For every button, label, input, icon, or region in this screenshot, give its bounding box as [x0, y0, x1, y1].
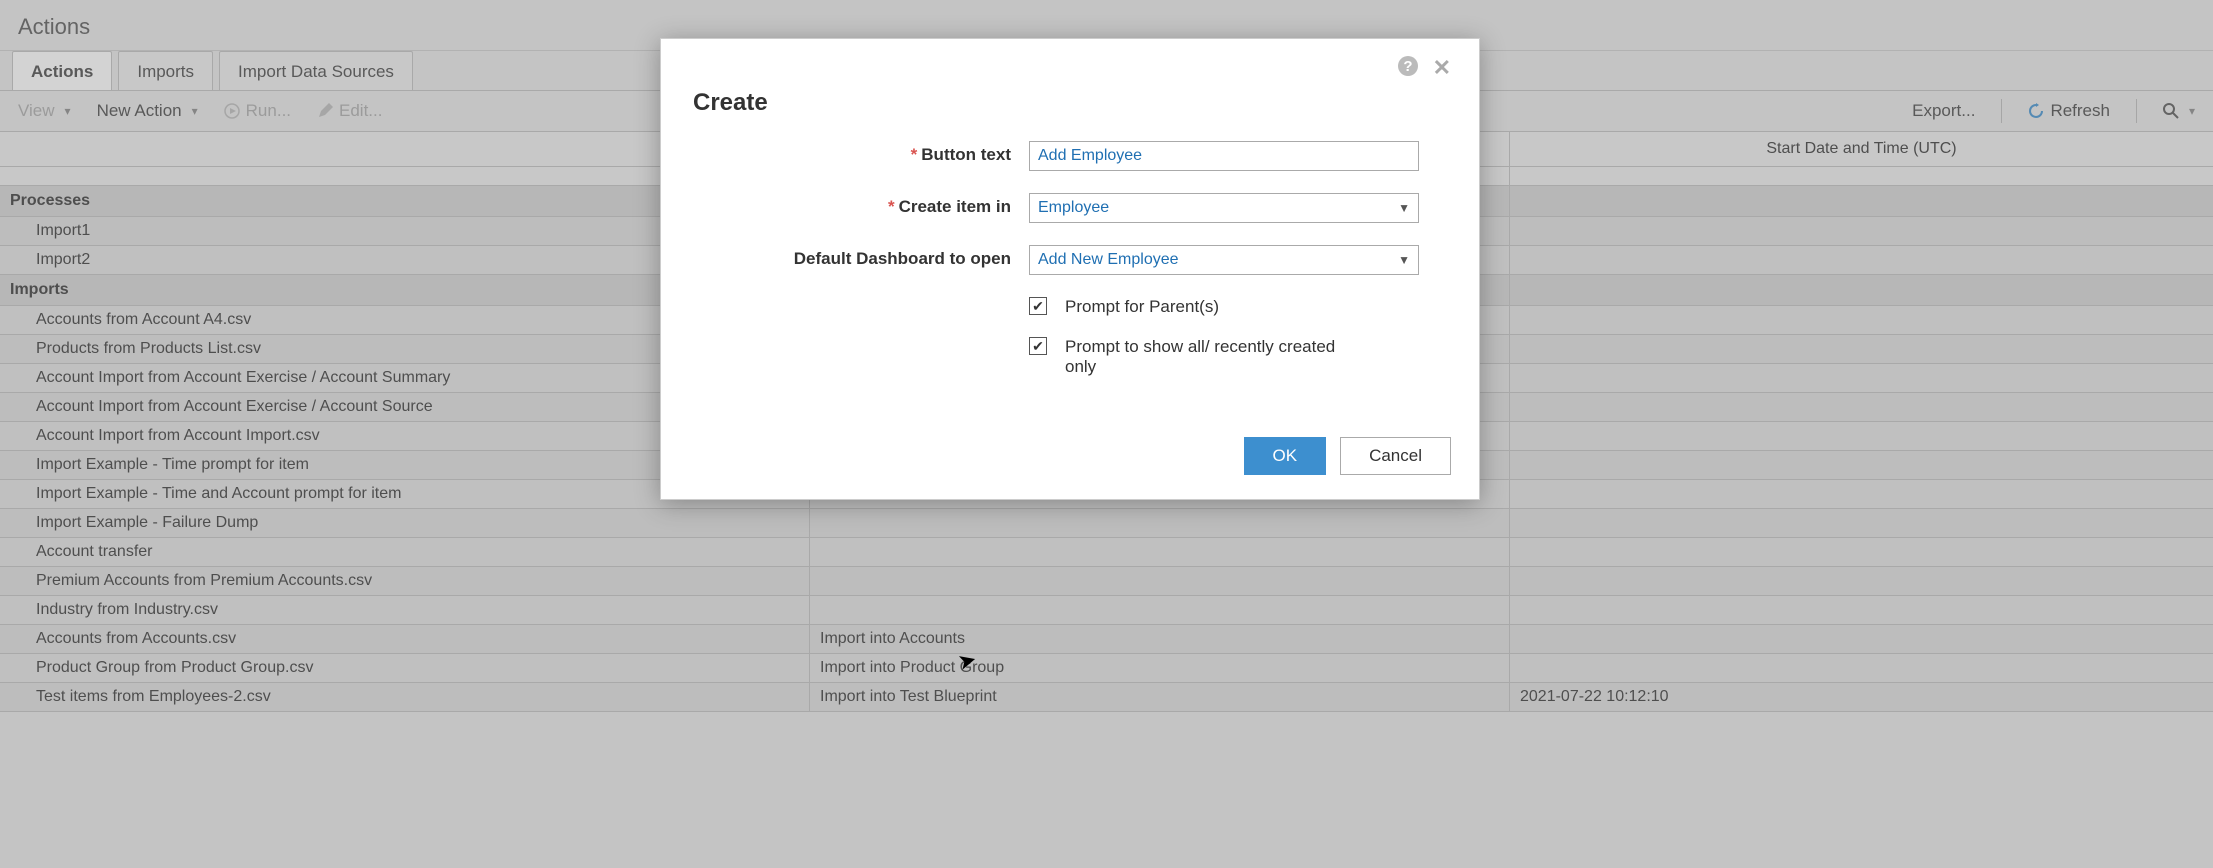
prompt-show-all-label: Prompt to show all/ recently created onl…: [1065, 337, 1365, 377]
svg-text:?: ?: [1403, 58, 1412, 75]
default-dashboard-label: Default Dashboard to open: [794, 249, 1011, 268]
create-item-in-value: Employee: [1038, 199, 1109, 217]
button-text-label: Button text: [921, 145, 1011, 164]
cancel-button[interactable]: Cancel: [1340, 437, 1451, 475]
ok-button[interactable]: OK: [1244, 437, 1327, 475]
default-dashboard-select[interactable]: Add New Employee ▼: [1029, 245, 1419, 275]
prompt-parents-checkbox[interactable]: ✔: [1029, 297, 1047, 315]
default-dashboard-value: Add New Employee: [1038, 251, 1179, 269]
help-icon[interactable]: ?: [1397, 55, 1419, 83]
chevron-down-icon: ▼: [1398, 253, 1410, 267]
button-text-input[interactable]: [1029, 141, 1419, 171]
close-icon[interactable]: ✕: [1433, 55, 1451, 83]
prompt-show-all-checkbox[interactable]: ✔: [1029, 337, 1047, 355]
create-item-in-label: Create item in: [899, 197, 1011, 216]
chevron-down-icon: ▼: [1398, 201, 1410, 215]
create-dialog: ? ✕ Create *Button text *Create item in …: [660, 38, 1480, 500]
dialog-title: Create: [693, 89, 1451, 117]
create-item-in-select[interactable]: Employee ▼: [1029, 193, 1419, 223]
prompt-parents-label: Prompt for Parent(s): [1065, 297, 1219, 317]
